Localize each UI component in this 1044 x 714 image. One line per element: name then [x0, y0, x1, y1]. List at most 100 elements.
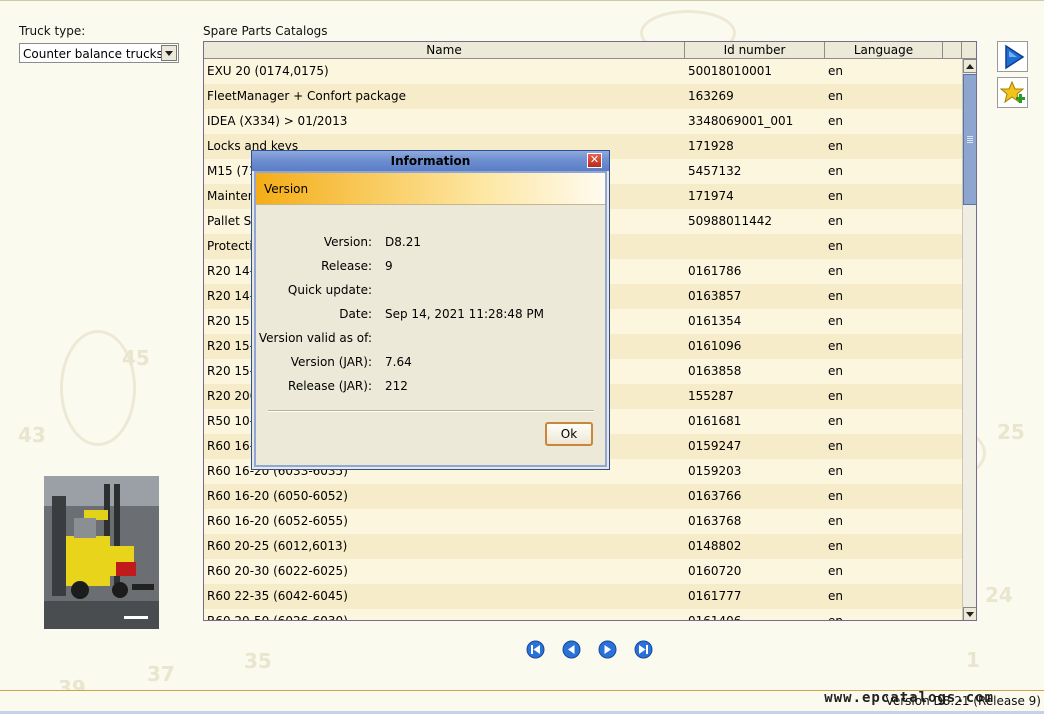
id-number-cell: 0148802 [688, 539, 742, 553]
table-row[interactable]: EXU 20 (0174,0175) 50018010001 en [204, 59, 962, 84]
add-favorite-star-icon [999, 80, 1025, 103]
language-cell: en [828, 564, 843, 578]
release-field-value: 9 [385, 259, 393, 273]
id-number-cell: 0161096 [688, 339, 742, 353]
catalog-title: Spare Parts Catalogs [203, 24, 328, 38]
dropdown-arrow-button[interactable] [161, 45, 177, 61]
bg-number: 45 [122, 346, 150, 370]
catalog-name-cell: FleetManager + Confort package [207, 89, 406, 103]
release-jar-field-label: Release (JAR): [288, 379, 372, 393]
id-number-cell: 3348069001_001 [688, 114, 794, 128]
id-number-cell: 0163766 [688, 489, 742, 503]
dialog-header-label: Version [264, 182, 309, 196]
chevron-down-icon [165, 50, 173, 56]
language-cell: en [828, 414, 843, 428]
bg-number: 25 [997, 420, 1025, 444]
language-cell: en [828, 389, 843, 403]
language-cell: en [828, 614, 843, 621]
scrollbar-thumb[interactable] [963, 74, 976, 205]
truck-type-label: Truck type: [19, 24, 86, 38]
table-row[interactable]: IDEA (X334) > 01/2013 3348069001_001 en [204, 109, 962, 134]
date-field-value: Sep 14, 2021 11:28:48 PM [385, 307, 544, 321]
catalog-name-cell: IDEA (X334) > 01/2013 [207, 114, 348, 128]
table-row[interactable]: R60 16-20 (6050-6052) 0163766 en [204, 484, 962, 509]
previous-page-icon[interactable] [562, 640, 581, 659]
id-number-cell: 0163857 [688, 289, 742, 303]
language-cell: en [828, 539, 843, 553]
last-page-icon[interactable] [634, 640, 653, 659]
dialog-divider [268, 410, 594, 412]
bg-number: 1 [966, 648, 980, 672]
id-number-cell: 50018010001 [688, 64, 772, 78]
language-cell: en [828, 589, 843, 603]
table-row[interactable]: R60 20-30 (6022-6025) 0160720 en [204, 559, 962, 584]
quick-update-field-label: Quick update: [287, 283, 372, 297]
table-row[interactable]: R60 20-25 (6012,6013) 0148802 en [204, 534, 962, 559]
table-row[interactable]: FleetManager + Confort package 163269 en [204, 84, 962, 109]
thumb-grip [967, 138, 973, 139]
language-cell: en [828, 264, 843, 278]
language-cell: en [828, 114, 843, 128]
table-row[interactable]: R60 20-50 (6026-6030) 0161406 en [204, 609, 962, 621]
language-cell: en [828, 514, 843, 528]
id-number-cell: 0161777 [688, 589, 742, 603]
id-number-cell: 0163768 [688, 514, 742, 528]
language-cell: en [828, 89, 843, 103]
language-cell: en [828, 364, 843, 378]
language-cell: en [828, 214, 843, 228]
language-cell: en [828, 314, 843, 328]
language-cell: en [828, 439, 843, 453]
truck-type-value: Counter balance trucks [23, 47, 163, 61]
play-arrow-icon [1004, 44, 1024, 69]
version-jar-field-label: Version (JAR): [290, 355, 372, 369]
language-cell: en [828, 339, 843, 353]
dialog-header: Version [256, 173, 605, 205]
id-number-cell: 0159203 [688, 464, 742, 478]
catalog-name-cell: R60 20-25 (6012,6013) [207, 539, 348, 553]
scroll-down-button[interactable] [963, 607, 976, 620]
catalog-name-cell: R60 22-35 (6042-6045) [207, 589, 348, 603]
id-number-cell: 50988011442 [688, 214, 772, 228]
open-catalog-button[interactable] [997, 41, 1028, 72]
bg-number: 43 [18, 423, 46, 447]
language-cell: en [828, 239, 843, 253]
version-field-label: Version: [323, 235, 372, 249]
forklift-illustration [44, 476, 159, 629]
column-header-name[interactable]: Name [204, 42, 685, 58]
column-header-language[interactable]: Language [825, 42, 943, 58]
catalog-name-cell: R60 20-50 (6026-6030) [207, 614, 348, 621]
add-favorite-button[interactable] [997, 77, 1028, 108]
language-cell: en [828, 489, 843, 503]
language-cell: en [828, 64, 843, 78]
bg-number: 37 [147, 662, 175, 686]
language-cell: en [828, 164, 843, 178]
table-row[interactable]: R60 22-35 (6042-6045) 0161777 en [204, 584, 962, 609]
table-row[interactable]: R60 16-20 (6052-6055) 0163768 en [204, 509, 962, 534]
close-icon[interactable]: ✕ [587, 153, 602, 168]
valid-as-of-field-label: Version valid as of: [258, 331, 372, 345]
id-number-cell: 0160720 [688, 564, 742, 578]
column-header-id[interactable]: Id number [685, 42, 825, 58]
ok-button[interactable]: Ok [545, 422, 593, 446]
release-field-label: Release: [321, 259, 372, 273]
vertical-scrollbar[interactable] [962, 59, 976, 620]
first-page-icon[interactable] [526, 640, 545, 659]
id-number-cell: 171928 [688, 139, 734, 153]
catalog-name-cell: EXU 20 (0174,0175) [207, 64, 329, 78]
id-number-cell: 163269 [688, 89, 734, 103]
next-page-icon[interactable] [598, 640, 617, 659]
id-number-cell: 0161681 [688, 414, 742, 428]
language-cell: en [828, 189, 843, 203]
version-label: Version D8.21 (Release 9) [885, 694, 1041, 708]
bg-number: 35 [244, 649, 272, 673]
truck-type-select[interactable]: Counter balance trucks [19, 43, 179, 63]
language-cell: en [828, 289, 843, 303]
id-number-cell: 171974 [688, 189, 734, 203]
scroll-up-button[interactable] [963, 59, 976, 73]
dialog-title[interactable]: Information [252, 151, 609, 171]
version-field-value: D8.21 [385, 235, 421, 249]
catalog-name-cell: R60 16-20 (6052-6055) [207, 514, 348, 528]
id-number-cell: 0161786 [688, 264, 742, 278]
id-number-cell: 0161406 [688, 614, 742, 621]
version-jar-field-value: 7.64 [385, 355, 412, 369]
